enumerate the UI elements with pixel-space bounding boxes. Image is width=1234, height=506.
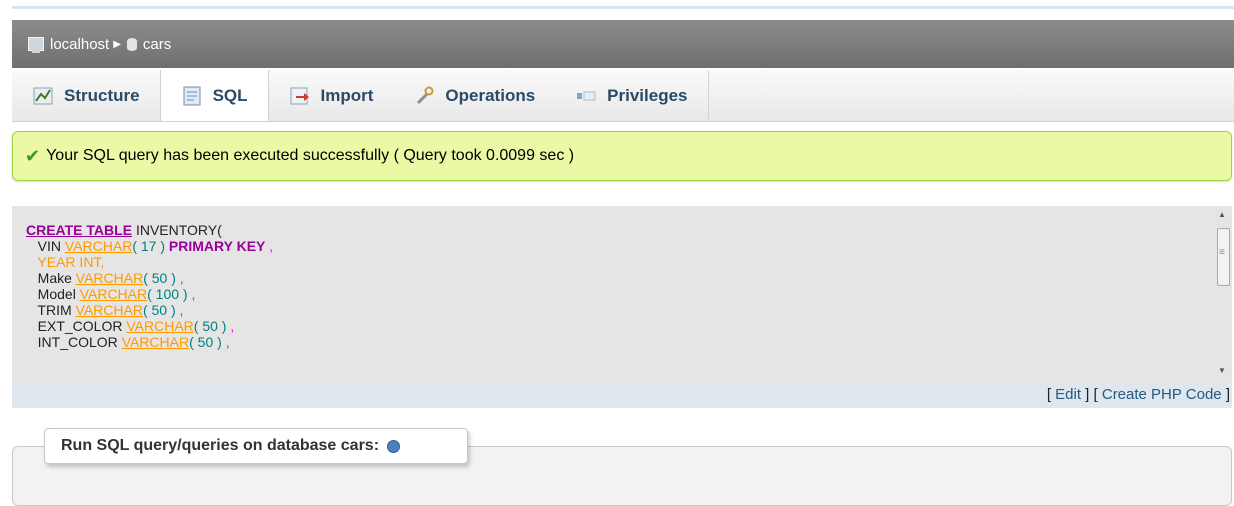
breadcrumb-separator-icon: ▶	[113, 38, 121, 50]
sql-args: ( 50 )	[189, 334, 222, 350]
sql-icon	[181, 85, 203, 107]
sql-type: VARCHAR	[126, 318, 194, 334]
tab-privileges-label: Privileges	[607, 85, 688, 105]
sql-type: VARCHAR	[64, 238, 133, 254]
tab-import[interactable]: Import	[269, 70, 394, 121]
sql-year-line: YEAR INT,	[37, 254, 105, 270]
breadcrumb: localhost ▶ cars	[12, 20, 1234, 68]
tab-privileges[interactable]: Privileges	[555, 70, 709, 121]
breadcrumb-server-label[interactable]: localhost	[50, 36, 109, 53]
sql-scrollbar[interactable]: ▲ ▼	[1214, 206, 1232, 382]
edit-link[interactable]: Edit	[1055, 386, 1081, 403]
create-php-code-link[interactable]: Create PHP Code	[1102, 386, 1222, 403]
sql-args: ( 50 )	[142, 302, 176, 318]
tab-operations-label: Operations	[445, 85, 536, 105]
tab-import-label: Import	[320, 85, 374, 105]
sql-code: CREATE TABLE INVENTORY( VIN VARCHAR( 17 …	[26, 222, 274, 350]
legend-text: Run SQL query/queries on database	[61, 437, 337, 454]
sql-column: Make	[37, 270, 72, 286]
breadcrumb-database-label[interactable]: cars	[143, 36, 171, 53]
query-actions: [ Edit ] [ Create PHP Code ]	[12, 382, 1232, 408]
breadcrumb-database[interactable]: cars	[126, 36, 171, 53]
structure-icon	[32, 85, 54, 107]
scroll-up-icon[interactable]: ▲	[1218, 210, 1226, 219]
sql-query-panel-legend: Run SQL query/queries on database cars:	[44, 428, 468, 464]
scrollbar-thumb[interactable]	[1217, 228, 1230, 286]
wrench-icon	[413, 85, 435, 107]
database-icon	[126, 37, 137, 51]
success-message: ✔ Your SQL query has been executed succe…	[12, 131, 1232, 181]
sql-args: ( 50 )	[143, 270, 176, 286]
success-message-text: Your SQL query has been executed success…	[46, 147, 575, 164]
sql-column: TRIM	[37, 302, 72, 318]
tab-operations[interactable]: Operations	[393, 70, 555, 121]
sql-column: INT_COLOR	[37, 334, 118, 350]
import-icon	[289, 85, 311, 107]
tab-structure-label: Structure	[64, 85, 140, 105]
scroll-down-icon[interactable]: ▼	[1218, 366, 1226, 375]
sql-column: VIN	[37, 238, 62, 254]
sql-type: VARCHAR	[75, 302, 143, 318]
sql-type: VARCHAR	[121, 334, 190, 350]
sql-type: VARCHAR	[79, 286, 148, 302]
tab-bar: Structure SQL Import Operations Privileg…	[12, 70, 1234, 122]
sql-query-display[interactable]: CREATE TABLE INVENTORY( VIN VARCHAR( 17 …	[12, 206, 1232, 382]
check-icon: ✔	[25, 145, 41, 166]
tab-sql-label: SQL	[212, 85, 248, 105]
tab-sql[interactable]: SQL	[159, 70, 269, 121]
sql-keyword: CREATE TABLE	[26, 222, 133, 238]
sql-args: ( 50 )	[193, 318, 227, 334]
legend-database: cars:	[340, 437, 380, 454]
privileges-icon	[575, 85, 597, 107]
server-icon	[28, 37, 44, 53]
sql-column: Model	[37, 286, 76, 302]
top-divider	[12, 6, 1234, 9]
tab-structure[interactable]: Structure	[12, 70, 160, 121]
sql-args: ( 100 )	[147, 286, 188, 302]
sql-primary-key: PRIMARY KEY	[168, 238, 266, 254]
breadcrumb-server[interactable]: localhost	[28, 36, 109, 53]
help-icon[interactable]	[387, 439, 401, 453]
sql-table-name: INVENTORY(	[135, 222, 222, 238]
sql-args: ( 17 )	[132, 238, 166, 254]
sql-column: EXT_COLOR	[37, 318, 123, 334]
sql-type: VARCHAR	[75, 270, 144, 286]
